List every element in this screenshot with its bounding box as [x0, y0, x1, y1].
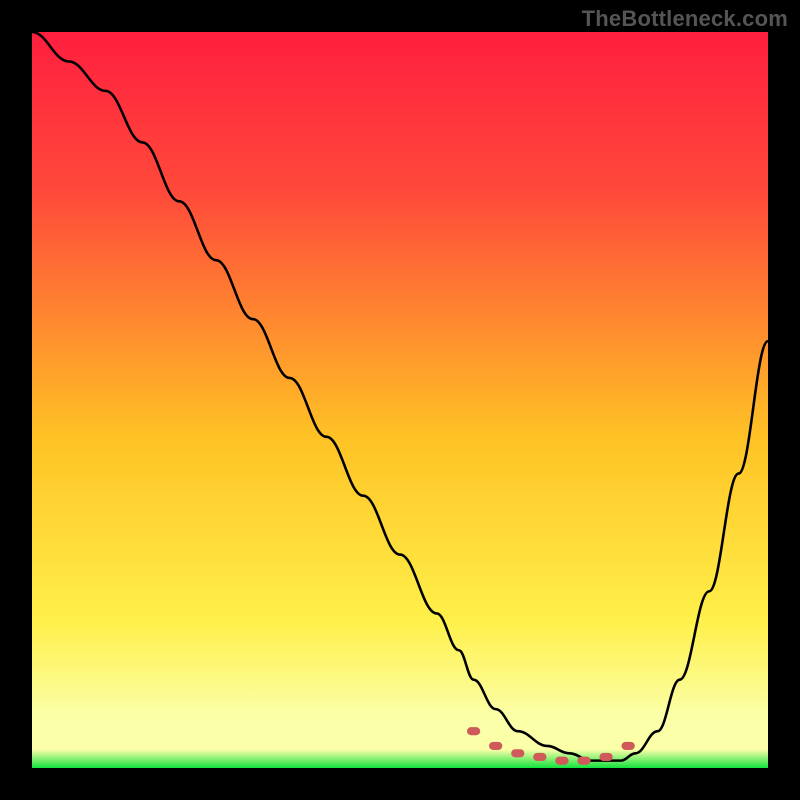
- optimal-marker: [533, 753, 546, 761]
- optimal-marker: [511, 749, 524, 757]
- watermark-text: TheBottleneck.com: [582, 6, 788, 32]
- optimal-marker: [467, 727, 480, 735]
- optimal-marker: [599, 753, 612, 761]
- optimal-marker: [622, 742, 635, 750]
- optimal-marker: [555, 757, 568, 765]
- plot-area: [32, 32, 768, 768]
- bottleneck-chart: [32, 32, 768, 768]
- optimal-marker: [489, 742, 502, 750]
- chart-frame: { "watermark": "TheBottleneck.com", "col…: [0, 0, 800, 800]
- optimal-marker: [577, 757, 590, 765]
